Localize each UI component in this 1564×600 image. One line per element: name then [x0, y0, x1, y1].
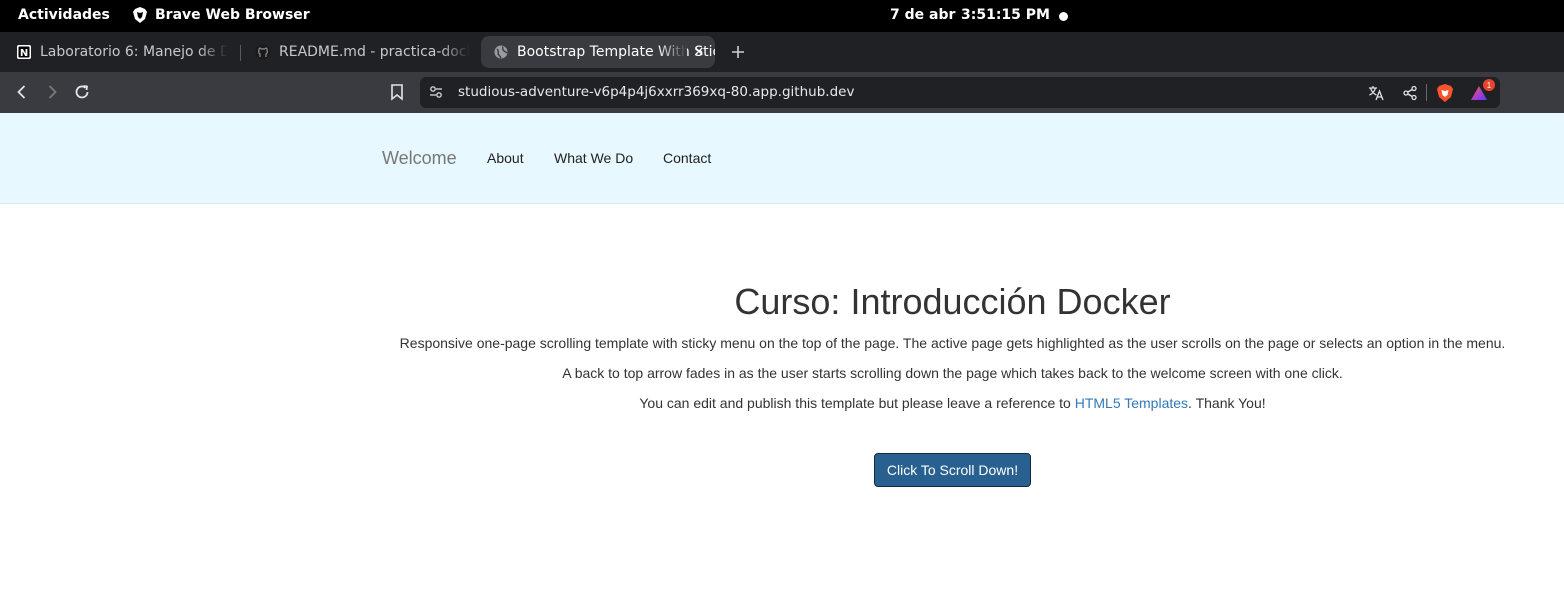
tab-bootstrap-active[interactable]: Bootstrap Template With Sticky Menu ✕ [481, 36, 715, 68]
intro-paragraph-1: Responsive one-page scrolling template w… [399, 335, 1506, 351]
nav-link-contact[interactable]: Contact [663, 150, 711, 166]
reload-button[interactable] [71, 81, 93, 103]
forward-button[interactable] [41, 81, 63, 103]
nav-link-what-we-do[interactable]: What We Do [554, 150, 633, 166]
app-name-label: Brave Web Browser [155, 7, 310, 23]
paragraph-3-text: You can edit and publish this template b… [639, 395, 1075, 411]
github-icon [255, 44, 271, 60]
page-title: Curso: Introducción Docker [734, 281, 1171, 322]
html5-templates-link[interactable]: HTML5 Templates [1075, 395, 1188, 411]
toolbar-divider [1426, 84, 1427, 101]
svg-text:N: N [20, 48, 28, 59]
clock-date[interactable]: 7 de abr [890, 7, 955, 23]
brave-rewards-icon[interactable]: 1 [1469, 79, 1495, 103]
arrow-right-icon [48, 85, 57, 99]
paragraph-3-suffix: . Thank You! [1188, 395, 1266, 411]
translate-icon[interactable] [1366, 83, 1386, 103]
bookmark-icon [391, 84, 403, 101]
system-top-bar: Actividades Brave Web Browser 7 de abr 3… [0, 0, 1564, 32]
globe-icon [493, 44, 509, 60]
bookmark-button[interactable] [386, 81, 408, 103]
tab-strip: N Laboratorio 6: Manejo de Docker README… [0, 32, 1564, 72]
notion-icon: N [16, 44, 32, 60]
brave-logo-icon [133, 7, 147, 23]
new-tab-button[interactable] [728, 41, 748, 63]
site-settings-icon[interactable] [428, 84, 444, 100]
brave-shields-icon[interactable] [1435, 83, 1455, 103]
nav-link-about[interactable]: About [487, 150, 524, 166]
arrow-left-icon [17, 85, 26, 99]
url-text[interactable]: studious-adventure-v6p4p4j6xxrr369xq-80.… [458, 84, 854, 100]
tab-readme[interactable]: README.md - practica-docker [255, 36, 470, 68]
reload-icon [75, 85, 89, 99]
intro-paragraph-2: A back to top arrow fades in as the user… [562, 365, 1343, 381]
site-navbar: Welcome About What We Do Contact [0, 113, 1564, 204]
clock-time[interactable]: 3:51:15 PM [961, 7, 1050, 23]
scroll-down-button[interactable]: Click To Scroll Down! [874, 453, 1031, 487]
plus-icon [732, 46, 744, 58]
back-button[interactable] [11, 81, 33, 103]
share-icon[interactable] [1400, 83, 1420, 103]
activities-button[interactable]: Actividades [18, 7, 110, 23]
tab-separator [240, 45, 241, 61]
brand-link[interactable]: Welcome [382, 148, 457, 169]
app-menu[interactable]: Brave Web Browser [133, 7, 310, 23]
close-icon[interactable]: ✕ [691, 44, 707, 60]
rewards-badge: 1 [1483, 79, 1495, 91]
browser-toolbar: studious-adventure-v6p4p4j6xxrr369xq-80.… [0, 72, 1564, 113]
intro-paragraph-3: You can edit and publish this template b… [0, 395, 1564, 411]
tab-laboratorio[interactable]: N Laboratorio 6: Manejo de Docker [16, 36, 228, 68]
address-bar[interactable]: studious-adventure-v6p4p4j6xxrr369xq-80.… [420, 77, 1500, 108]
notification-dot-icon [1059, 12, 1068, 21]
